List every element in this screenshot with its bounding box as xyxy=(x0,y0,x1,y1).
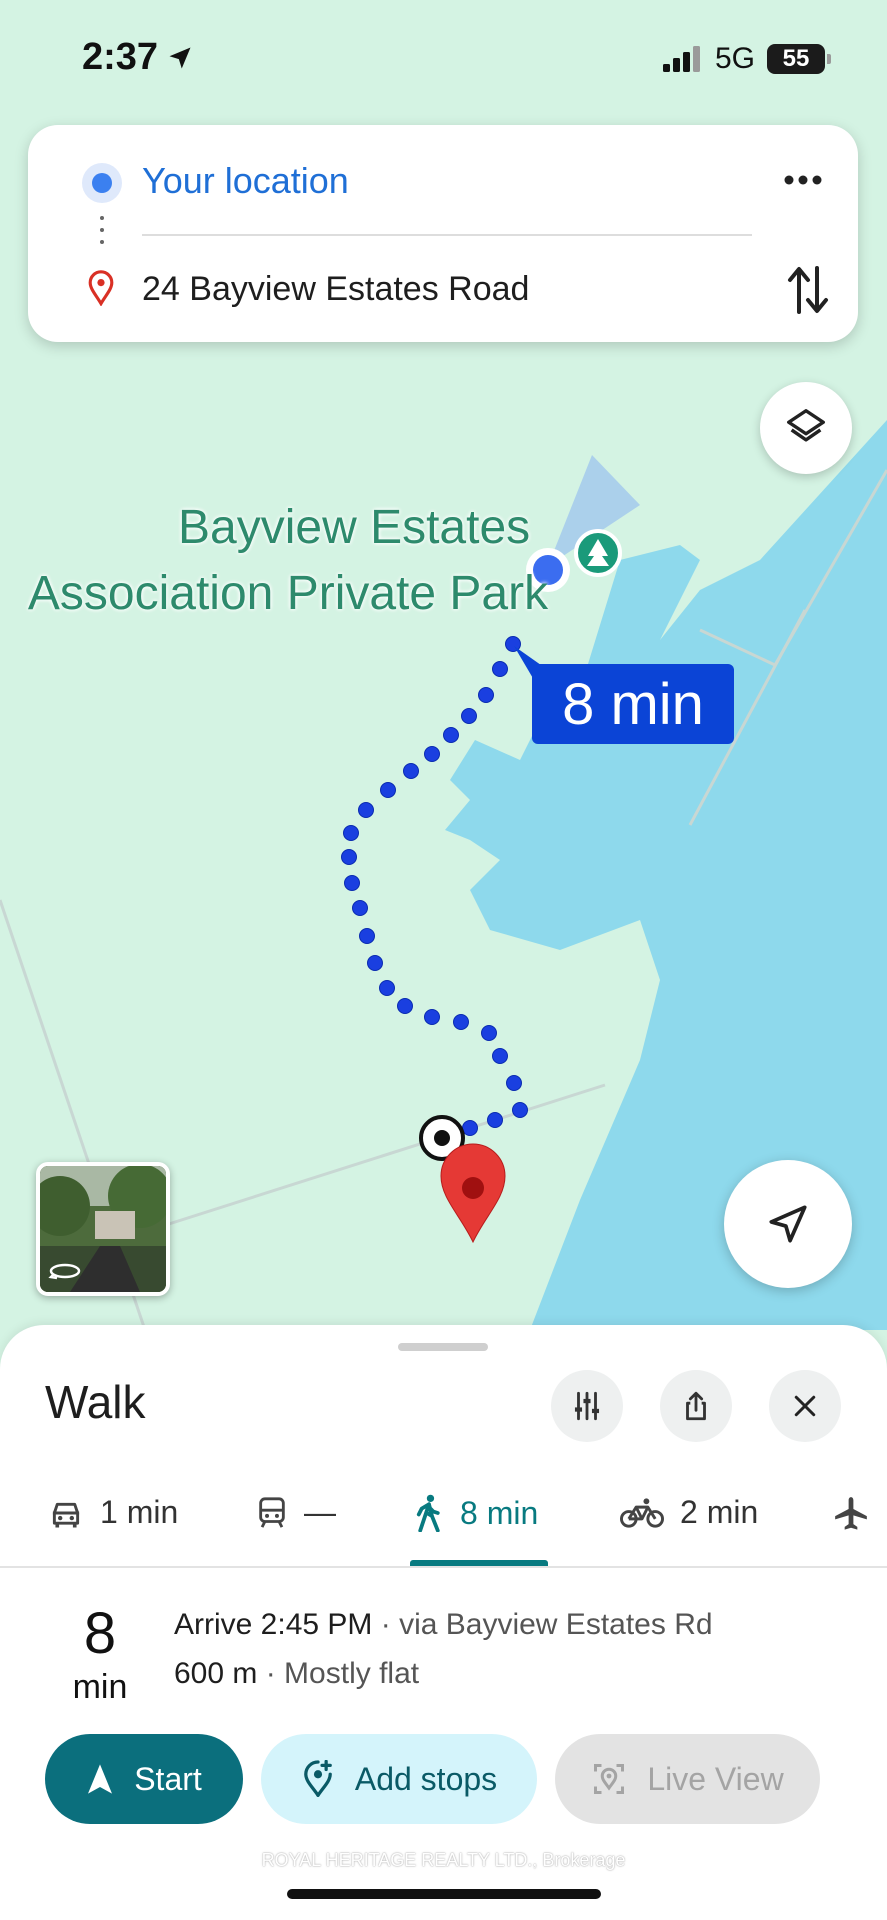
share-icon xyxy=(686,1391,706,1421)
start-label: Start xyxy=(134,1760,202,1797)
route-terrain: · Mostly flat xyxy=(265,1657,420,1690)
live-view-icon xyxy=(594,1764,625,1794)
status-indicators: 5G 55 xyxy=(662,42,831,76)
route-options-button[interactable] xyxy=(551,1370,623,1442)
street-view-thumbnail[interactable] xyxy=(36,1162,170,1296)
mode-label: 8 min xyxy=(460,1494,539,1531)
route-arrival-line[interactable]: Arrive 2:45 PM · via Bayview Estates Rd xyxy=(174,1608,713,1642)
clock-label: 2:37 xyxy=(82,36,159,78)
layers-icon xyxy=(787,409,825,442)
navigation-arrow-icon xyxy=(769,1205,807,1243)
mode-label: 1 min xyxy=(100,1494,179,1530)
duration-unit: min xyxy=(72,1668,128,1706)
mode-tab-bike[interactable]: 2 min xyxy=(620,1494,758,1531)
mode-label: 2 min xyxy=(680,1494,759,1530)
park-label-line2: Association Private Park xyxy=(27,567,549,620)
walk-icon xyxy=(416,1494,440,1532)
status-time: 2:37 xyxy=(82,36,194,79)
more-options-button[interactable] xyxy=(780,160,826,200)
live-view-label: Live View xyxy=(647,1760,784,1797)
live-view-button[interactable]: Live View xyxy=(555,1734,820,1824)
mode-label: — xyxy=(304,1494,336,1530)
origin-field[interactable]: Your location xyxy=(142,160,349,202)
add-location-icon xyxy=(304,1760,332,1797)
add-stops-label: Add stops xyxy=(354,1760,498,1797)
origin-dot-icon xyxy=(82,163,122,203)
route-details-line: 600 m · Mostly flat xyxy=(174,1657,419,1691)
battery-level: 55 xyxy=(782,45,810,72)
route-distance: 600 m xyxy=(174,1657,258,1690)
home-indicator[interactable] xyxy=(287,1889,601,1899)
bike-icon xyxy=(620,1497,664,1528)
field-divider xyxy=(142,234,752,236)
route-duration-chip[interactable]: 8 min xyxy=(532,664,734,744)
car-icon xyxy=(52,1502,80,1528)
plane-icon xyxy=(835,1497,867,1530)
network-label: 5G xyxy=(714,42,755,75)
mode-tab-flight[interactable] xyxy=(832,1494,870,1532)
arrival-time: Arrive 2:45 PM xyxy=(174,1608,373,1641)
mode-tab-walk[interactable]: 8 min xyxy=(414,1494,538,1532)
mode-tab-drive[interactable]: 1 min xyxy=(48,1494,178,1531)
rotate-360-icon xyxy=(48,1263,81,1280)
location-arrow-icon xyxy=(169,47,191,68)
route-connector-dots xyxy=(100,216,104,252)
watermark: ROYAL HERITAGE REALTY LTD., Brokerage xyxy=(261,1850,626,1870)
signal-bars-icon xyxy=(662,46,700,72)
share-button[interactable] xyxy=(660,1370,732,1442)
destination-field[interactable]: 24 Bayview Estates Road xyxy=(142,270,529,309)
duration-value: 8 xyxy=(83,1601,117,1666)
map-layers-button[interactable] xyxy=(760,382,852,474)
modes-divider xyxy=(0,1566,887,1568)
swap-vertical-icon[interactable] xyxy=(784,262,832,318)
park-label-line1: Bayview Estates xyxy=(178,501,531,554)
battery-icon: 55 xyxy=(767,44,831,74)
sheet-grabber[interactable] xyxy=(398,1343,488,1351)
park-name-label[interactable]: Bayview Estates Association Private Park xyxy=(8,495,568,627)
close-icon xyxy=(794,1395,816,1417)
route-via: · via Bayview Estates Rd xyxy=(380,1608,713,1641)
destination-marker-icon xyxy=(88,270,114,306)
sheet-title: Walk xyxy=(45,1376,146,1428)
transit-icon xyxy=(259,1496,285,1528)
recenter-button[interactable] xyxy=(724,1160,852,1288)
more-horizontal-icon xyxy=(784,175,822,185)
sliders-icon xyxy=(574,1391,600,1421)
close-button[interactable] xyxy=(769,1370,841,1442)
start-button[interactable]: Start xyxy=(45,1734,243,1824)
mode-tab-transit[interactable]: — xyxy=(256,1494,336,1531)
add-stops-button[interactable]: Add stops xyxy=(261,1734,537,1824)
navigation-icon xyxy=(88,1764,113,1794)
